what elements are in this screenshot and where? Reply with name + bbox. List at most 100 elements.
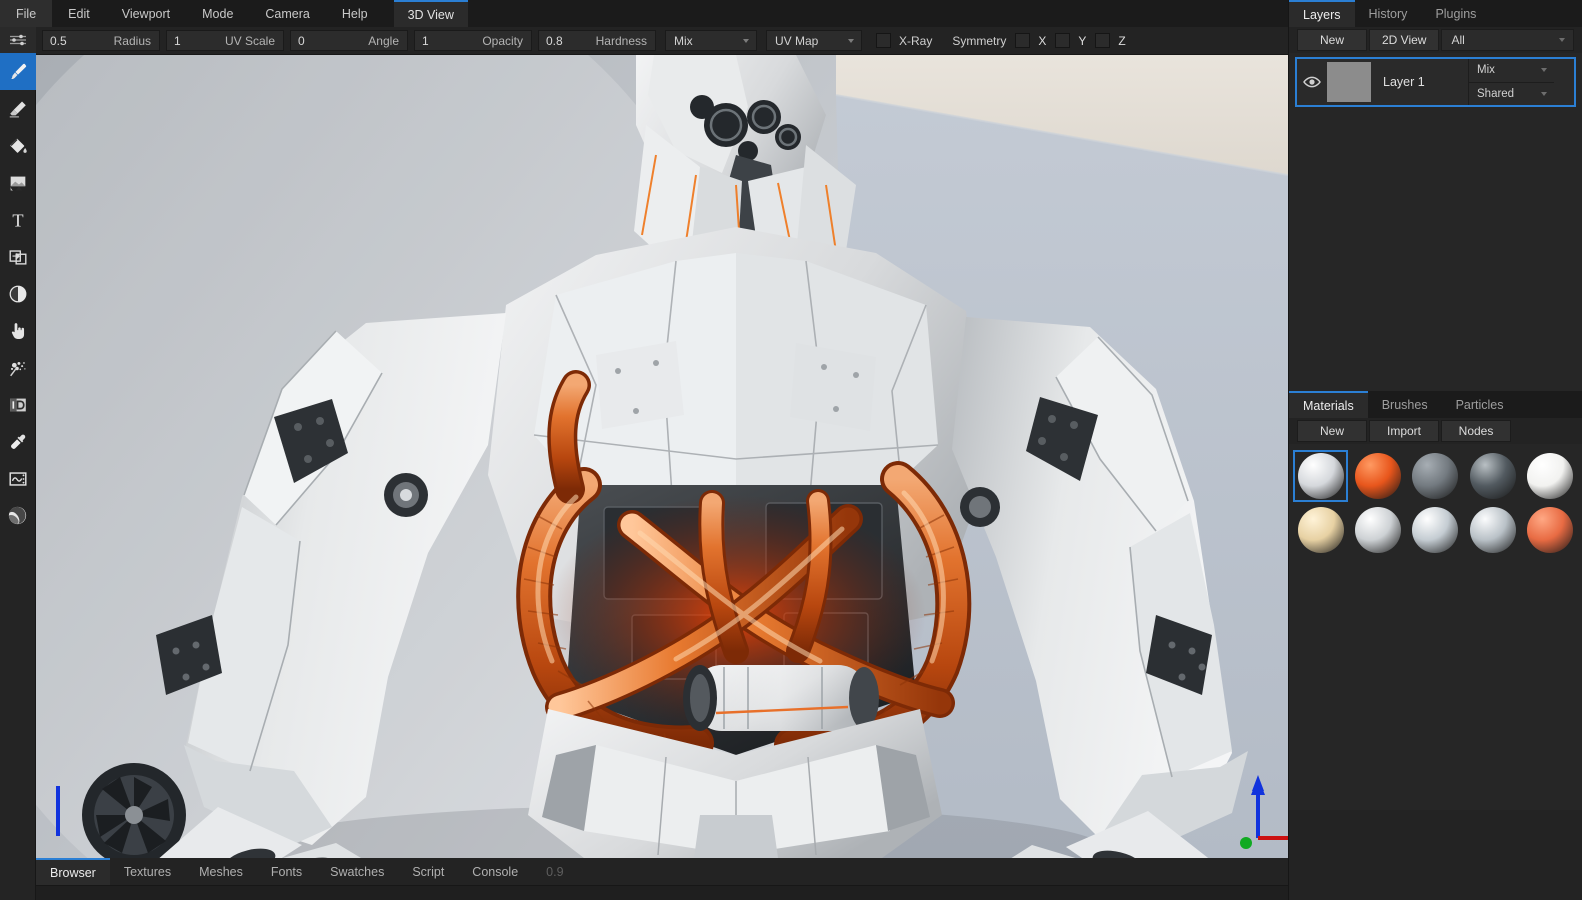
tool-particles[interactable] xyxy=(0,349,36,386)
angle-value[interactable]: 0 xyxy=(291,34,333,48)
new-material-button[interactable]: New xyxy=(1297,420,1367,442)
chevron-down-icon xyxy=(743,39,749,43)
material-swatch[interactable] xyxy=(1350,450,1405,502)
tab-particles[interactable]: Particles xyxy=(1442,391,1518,418)
hardness-field[interactable]: 0.8 Hardness xyxy=(538,30,656,51)
menu-item-camera[interactable]: Camera xyxy=(249,0,325,27)
document-tab-3d-view[interactable]: 3D View xyxy=(394,0,468,27)
tab-history[interactable]: History xyxy=(1355,0,1422,27)
symmetry-y-checkbox[interactable] xyxy=(1055,33,1070,48)
bottom-tab-fonts[interactable]: Fonts xyxy=(257,858,316,885)
bottom-tab-script[interactable]: Script xyxy=(398,858,458,885)
uv-scale-field[interactable]: 1 UV Scale xyxy=(166,30,284,51)
material-swatch[interactable] xyxy=(1465,504,1520,556)
tool-eraser[interactable] xyxy=(0,90,36,127)
layer-visibility-icon[interactable] xyxy=(1297,59,1327,105)
radius-field[interactable]: 0.5 Radius xyxy=(42,30,160,51)
menu-item-file[interactable]: File xyxy=(0,0,52,27)
material-sphere-mat-5 xyxy=(1527,453,1573,499)
bottom-tab-textures[interactable]: Textures xyxy=(110,858,185,885)
tab-layers[interactable]: Layers xyxy=(1289,0,1355,27)
layer-blend-dropdown[interactable]: Mix xyxy=(1468,59,1554,83)
tab-plugins[interactable]: Plugins xyxy=(1421,0,1490,27)
xray-checkbox[interactable] xyxy=(876,33,891,48)
tool-projection[interactable] xyxy=(0,497,36,534)
tab-materials[interactable]: Materials xyxy=(1289,391,1368,418)
layers-tab-strip: Layers History Plugins xyxy=(1289,0,1582,27)
blend-mode-dropdown[interactable]: Mix xyxy=(665,30,757,51)
symmetry-x-checkbox[interactable] xyxy=(1015,33,1030,48)
eraser-icon xyxy=(7,98,29,120)
new-layer-button[interactable]: New xyxy=(1297,29,1367,51)
bottom-tab-swatches[interactable]: Swatches xyxy=(316,858,398,885)
chevron-down-icon xyxy=(1541,68,1547,72)
hardness-value[interactable]: 0.8 xyxy=(539,34,581,48)
tool-eyedropper[interactable] xyxy=(0,423,36,460)
tool-idmask[interactable] xyxy=(0,386,36,423)
tool-smudge[interactable] xyxy=(0,312,36,349)
materials-panel-filler xyxy=(1289,562,1582,810)
nodes-button[interactable]: Nodes xyxy=(1441,420,1511,442)
bottom-tab-meshes[interactable]: Meshes xyxy=(185,858,257,885)
material-swatch[interactable] xyxy=(1408,450,1463,502)
material-swatch[interactable] xyxy=(1293,450,1348,502)
material-swatch[interactable] xyxy=(1293,504,1348,556)
text-icon: T xyxy=(7,209,29,231)
material-swatch[interactable] xyxy=(1408,504,1463,556)
2d-view-button[interactable]: 2D View xyxy=(1369,29,1439,51)
material-swatch[interactable] xyxy=(1523,450,1578,502)
material-sphere-mat-2 xyxy=(1355,453,1401,499)
layer-scope-value: Shared xyxy=(1477,88,1514,100)
tool-contrast[interactable] xyxy=(0,275,36,312)
chevron-down-icon xyxy=(848,39,854,43)
import-material-button[interactable]: Import xyxy=(1369,420,1439,442)
viewport-3d[interactable] xyxy=(36,55,1288,858)
bottom-tab-browser[interactable]: Browser xyxy=(36,858,110,885)
material-swatch[interactable] xyxy=(1465,450,1520,502)
material-sphere-mat-8 xyxy=(1412,507,1458,553)
tool-gradient[interactable] xyxy=(0,460,36,497)
bottom-tab-console[interactable]: Console xyxy=(458,858,532,885)
viewport-render xyxy=(36,55,1288,858)
layer-scope-dropdown[interactable]: Shared xyxy=(1468,83,1554,106)
menu-item-mode[interactable]: Mode xyxy=(186,0,249,27)
materials-toolbar: New Import Nodes xyxy=(1289,418,1582,444)
contrast-icon xyxy=(7,283,29,305)
layer-filter-value: All xyxy=(1451,33,1464,47)
layer-row[interactable]: Layer 1 Mix Shared xyxy=(1295,57,1576,107)
layer-filter-dropdown[interactable]: All xyxy=(1441,29,1574,51)
tool-brush[interactable] xyxy=(0,53,36,90)
menu-item-viewport[interactable]: Viewport xyxy=(106,0,186,27)
material-grid xyxy=(1289,444,1582,562)
tool-clone[interactable] xyxy=(0,238,36,275)
material-sphere-mat-6 xyxy=(1298,507,1344,553)
opacity-field[interactable]: 1 Opacity xyxy=(414,30,532,51)
uv-scale-value[interactable]: 1 xyxy=(167,34,209,48)
status-version: 0.9 xyxy=(532,858,577,885)
tool-text[interactable]: T xyxy=(0,201,36,238)
tab-brushes[interactable]: Brushes xyxy=(1368,391,1442,418)
menu-item-help[interactable]: Help xyxy=(326,0,384,27)
layer-thumbnail[interactable] xyxy=(1327,62,1371,102)
particles-icon xyxy=(7,357,29,379)
paintbrush-icon xyxy=(7,61,29,83)
tool-stamp[interactable] xyxy=(0,164,36,201)
paint-bucket-icon xyxy=(7,135,29,157)
drag-handle-icon[interactable] xyxy=(0,27,36,53)
opacity-value[interactable]: 1 xyxy=(415,34,457,48)
uv-map-dropdown[interactable]: UV Map xyxy=(766,30,862,51)
uv-map-value: UV Map xyxy=(775,34,818,48)
smudge-finger-icon xyxy=(7,320,29,342)
symmetry-label: Symmetry xyxy=(952,34,1006,48)
symmetry-z-checkbox[interactable] xyxy=(1095,33,1110,48)
material-swatch[interactable] xyxy=(1350,504,1405,556)
radius-value[interactable]: 0.5 xyxy=(43,34,85,48)
layer-name[interactable]: Layer 1 xyxy=(1371,59,1468,105)
material-swatch[interactable] xyxy=(1523,504,1578,556)
menu-item-edit[interactable]: Edit xyxy=(52,0,106,27)
tool-fill[interactable] xyxy=(0,127,36,164)
brush-options-bar: 0.5 Radius 1 UV Scale 0 Angle 1 Opacity … xyxy=(36,27,1288,55)
angle-field[interactable]: 0 Angle xyxy=(290,30,408,51)
layer-list: Layer 1 Mix Shared xyxy=(1289,53,1582,391)
radius-label: Radius xyxy=(85,34,159,48)
